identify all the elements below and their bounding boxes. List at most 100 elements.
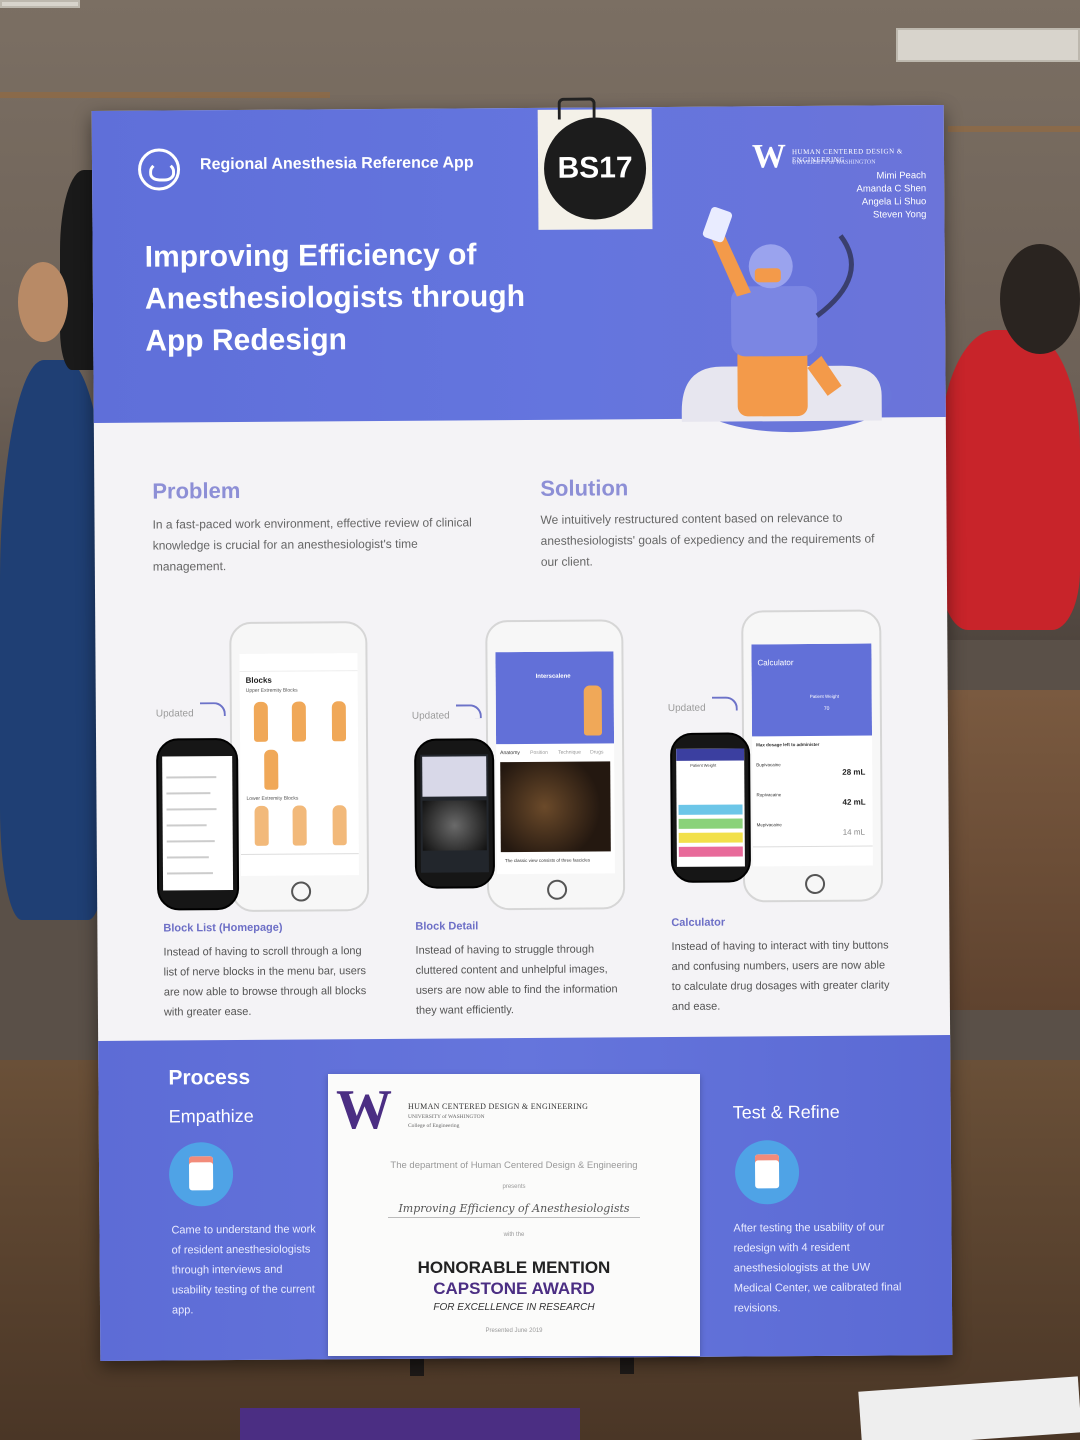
clipboard-icon — [168, 1142, 234, 1207]
wall-light — [0, 0, 80, 8]
cert-with-the: with the — [503, 1232, 525, 1238]
updated-label: Updated — [155, 708, 194, 720]
list-line — [166, 776, 217, 779]
ultrasound-image — [422, 800, 487, 851]
updated-label: Updated — [667, 702, 706, 714]
problem-text: In a fast-paced work environment, effect… — [152, 515, 472, 574]
drug-name: Bupivacaine — [756, 762, 781, 768]
solution-text: We intuitively restructured content base… — [540, 510, 875, 569]
screen-subtitle: Lower Extremity Blocks — [246, 795, 299, 802]
body-figure — [292, 805, 307, 846]
wall-rail — [948, 126, 1080, 132]
body-figure — [332, 805, 347, 846]
home-button-icon — [291, 881, 312, 902]
new-phone-blocklist: Blocks Upper Extremity Blocks Lower Extr… — [229, 621, 370, 913]
ultrasound-image — [500, 761, 611, 853]
drug-row — [678, 818, 743, 829]
drug-row — [678, 804, 743, 815]
tab-technique[interactable]: Technique — [558, 750, 581, 756]
weight-label: Patient Weight — [809, 693, 839, 699]
test-refine-text: After testing the usability of our redes… — [733, 1221, 902, 1315]
feature-title: Block List (Homepage) — [163, 921, 283, 935]
max-dosage-label: Max dosage left to administer — [756, 741, 820, 748]
updated-arrow-icon — [455, 704, 482, 719]
phone-screen: Patient Weight — [676, 748, 745, 867]
cert-presented-date: Presented June 2019 — [485, 1328, 543, 1334]
problem-title: Problem — [152, 477, 241, 504]
old-phone-calculator: Patient Weight — [670, 732, 752, 883]
old-phone-blocklist — [156, 737, 240, 911]
feature-text: Instead of having to struggle through cl… — [415, 943, 618, 1017]
process-title: Process — [168, 1065, 251, 1090]
cert-award: CAPSTONE AWARD — [433, 1279, 595, 1298]
headline-line: App Redesign — [145, 323, 348, 358]
drug-name: Mepivacaine — [756, 822, 782, 828]
poster-header: Regional Anesthesia Reference App Improv… — [91, 105, 946, 433]
app-logo-icon — [137, 148, 181, 191]
drug-name: Ropivacaine — [756, 792, 782, 798]
list-line — [166, 824, 207, 827]
table-right — [930, 690, 1080, 1010]
tab-bar — [240, 853, 359, 876]
old-phone-blockdetail — [414, 738, 496, 889]
feature-title: Block Detail — [415, 920, 479, 933]
cert-presenter: The department of Human Centered Design … — [390, 1160, 638, 1171]
booth-badge: BS17 — [537, 109, 653, 230]
screen-subtitle: Upper Extremity Blocks — [245, 687, 298, 694]
status-bar — [239, 653, 358, 672]
empathize-text: Came to understand the work of resident … — [171, 1223, 316, 1317]
phone-screen — [162, 756, 234, 891]
screen-title: Blocks — [245, 675, 272, 685]
cert-excellence: FOR EXCELLENCE IN RESEARCH — [433, 1302, 595, 1313]
headline-line: Anesthesiologists through — [144, 279, 526, 316]
list-line — [166, 840, 215, 843]
weight-label: Patient Weight — [690, 762, 717, 768]
attendee-face — [18, 262, 68, 342]
app-name: Regional Anesthesia Reference App — [199, 154, 474, 174]
tab-bar — [752, 845, 873, 867]
image-caption: The classic view consists of three fasci… — [504, 857, 591, 864]
award-certificate: W HUMAN CENTERED DESIGN & ENGINEERING UN… — [328, 1074, 700, 1356]
headline: Improving Efficiency of Anesthesiologist… — [145, 234, 566, 363]
body-figure — [254, 805, 269, 846]
author: Mimi Peach — [876, 170, 927, 182]
easel-foot — [410, 1356, 424, 1376]
attendee-right-hair — [1000, 244, 1080, 354]
cert-college: College of Engineering — [408, 1123, 460, 1129]
phone-screen: Blocks Upper Extremity Blocks Lower Extr… — [239, 653, 359, 876]
wall-rail — [0, 92, 330, 98]
headline-line: Improving Efficiency of — [144, 238, 477, 274]
cert-dept: HUMAN CENTERED DESIGN & ENGINEERING — [408, 1102, 589, 1111]
body-figure — [253, 701, 269, 742]
drug-row — [678, 846, 743, 857]
cert-presents: presents — [502, 1184, 526, 1190]
updated-arrow-icon — [711, 696, 738, 711]
cert-univ: UNIVERSITY of WASHINGTON — [408, 1114, 485, 1120]
uw-logo: W — [751, 138, 787, 176]
screen-title: Interscalene — [535, 673, 571, 680]
wall-light — [896, 28, 1080, 62]
drug-amount: 14 mL — [842, 827, 865, 837]
anesthesiologist-illustration — [681, 206, 892, 433]
new-phone-calculator: Calculator Patient Weight 70 Max dosage … — [741, 609, 884, 903]
empathize-title: Empathize — [168, 1105, 254, 1127]
list-line — [166, 856, 209, 859]
cert-project: Improving Efficiency of Anesthesiologist… — [388, 1202, 640, 1218]
list-line — [166, 808, 217, 811]
drug-amount: 42 mL — [842, 797, 866, 807]
list-line — [166, 872, 213, 875]
tab-position[interactable]: Position — [530, 750, 548, 756]
tab-drugs[interactable]: Drugs — [590, 749, 603, 755]
drug-amount: 28 mL — [842, 767, 866, 777]
weight-value[interactable]: 70 — [824, 706, 830, 712]
test-refine-title: Test & Refine — [732, 1101, 840, 1123]
phone-test-icon — [734, 1140, 800, 1205]
body-figure — [291, 701, 307, 742]
drug-row — [678, 832, 743, 843]
phone-screen — [420, 754, 489, 873]
binder-clip-icon — [557, 97, 596, 120]
cert-honor: HONORABLE MENTION — [417, 1258, 611, 1277]
feature-text: Instead of having to interact with tiny … — [671, 939, 890, 1013]
body-figure — [331, 701, 347, 742]
tab-anatomy[interactable]: Anatomy — [500, 750, 520, 756]
